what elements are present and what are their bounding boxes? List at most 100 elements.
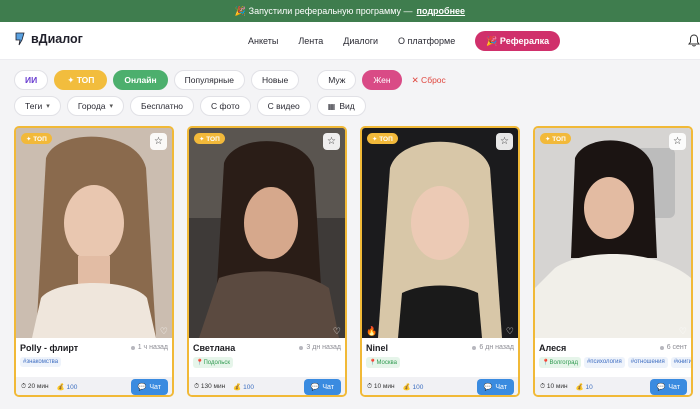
tag-list: #знакомства bbox=[20, 357, 62, 367]
heart-icon[interactable]: ♡ bbox=[333, 326, 341, 337]
view-label: Вид bbox=[339, 101, 355, 111]
profile-card[interactable]: ✦ ТОП ☆ ♡ Алеся 6 сент 📍Волгоград #психо… bbox=[533, 126, 693, 397]
profile-name: Polly - флирт bbox=[20, 343, 79, 353]
profile-photo[interactable]: ✦ ТОП ☆ ♡ bbox=[16, 128, 172, 338]
chat-button[interactable]: 💬 Чат bbox=[303, 379, 341, 395]
last-seen-text: 1 ч назад bbox=[137, 344, 168, 351]
star-icon[interactable]: ☆ bbox=[669, 133, 686, 150]
chat-button[interactable]: 💬 Чат bbox=[476, 379, 514, 395]
referral-button[interactable]: 🎉 Рефералка bbox=[475, 31, 561, 51]
price: 💰 100 bbox=[233, 383, 254, 391]
duration-value: 10 мин bbox=[546, 383, 568, 390]
chat-button[interactable]: 💬 Чат bbox=[649, 379, 687, 395]
last-seen: 3 дн назад bbox=[299, 344, 341, 351]
nav-about[interactable]: О платформе bbox=[398, 31, 455, 51]
chat-label: Чат bbox=[149, 383, 161, 391]
card-info: Polly - флирт 1 ч назад #знакомства ⏱ 20… bbox=[16, 338, 172, 395]
profile-card[interactable]: ✦ ТОП ☆ ♡ Polly - флирт 1 ч назад #знако… bbox=[14, 126, 174, 397]
top-badge: ✦ ТОП bbox=[21, 133, 52, 144]
profile-photo[interactable]: ✦ ТОП ☆ ♡ bbox=[189, 128, 345, 338]
duration: ⏱ 10 мин bbox=[367, 383, 395, 391]
filter-female[interactable]: Жен bbox=[362, 70, 402, 90]
filter-free[interactable]: Бесплатно bbox=[130, 96, 195, 116]
profile-photo[interactable]: ✦ ТОП ☆ ♡ bbox=[535, 128, 691, 338]
nav-profiles[interactable]: Анкеты bbox=[248, 31, 278, 51]
logo[interactable]: вДиалог bbox=[14, 32, 83, 46]
filter-male[interactable]: Муж bbox=[317, 70, 357, 90]
price: 💰 10 bbox=[576, 383, 593, 391]
chat-icon: 💬 bbox=[483, 384, 493, 391]
tag-list: 📍Москва bbox=[366, 357, 400, 368]
price-value: 10 bbox=[585, 384, 593, 391]
price: 💰 100 bbox=[403, 383, 424, 391]
status-dot bbox=[130, 345, 135, 350]
location-tag[interactable]: 📍Волгоград bbox=[539, 357, 581, 368]
chevron-down-icon: ▾ bbox=[109, 103, 114, 110]
tag-list: 📍Подольск bbox=[193, 357, 233, 368]
last-seen-text: 3 дн назад bbox=[306, 344, 341, 351]
filter-with-photo[interactable]: С фото bbox=[200, 96, 251, 116]
price: 💰 100 bbox=[57, 383, 78, 391]
star-icon[interactable]: ☆ bbox=[150, 133, 167, 150]
duration: ⏱ 10 мин bbox=[540, 383, 568, 391]
star-icon[interactable]: ☆ bbox=[323, 133, 340, 150]
chat-icon: 💬 bbox=[137, 384, 147, 391]
nav-feed[interactable]: Лента bbox=[298, 31, 323, 51]
price-value: 100 bbox=[243, 384, 254, 391]
banner-link[interactable]: подробнее bbox=[417, 6, 466, 16]
filter-tags[interactable]: Теги ▾ bbox=[14, 96, 61, 116]
filter-reset[interactable]: ✕ Сброс bbox=[408, 70, 450, 90]
filter-cities[interactable]: Города ▾ bbox=[66, 96, 125, 116]
secondary-filters: Теги ▾ Города ▾ Бесплатно С фото С видео… bbox=[14, 96, 366, 116]
tag[interactable]: #психология bbox=[583, 357, 625, 368]
profile-name: Ninel bbox=[366, 343, 389, 353]
bell-icon[interactable] bbox=[688, 34, 700, 47]
flame-icon: 🔥 bbox=[366, 326, 378, 336]
status-dot bbox=[472, 345, 477, 350]
duration-value: 20 мин bbox=[27, 383, 49, 390]
profile-card[interactable]: ✦ ТОП ☆ ♡ Светлана 3 дн назад 📍Подольск … bbox=[187, 126, 347, 397]
card-info: Светлана 3 дн назад 📍Подольск ⏱ 130 мин … bbox=[189, 338, 345, 395]
location-tag[interactable]: 📍Подольск bbox=[193, 357, 233, 368]
tag[interactable]: #знакомства bbox=[20, 357, 62, 367]
star-icon[interactable]: ☆ bbox=[496, 133, 513, 150]
profile-photo[interactable]: ✦ ТОП ☆ 🔥 ♡ bbox=[362, 128, 518, 338]
filter-popular[interactable]: Популярные bbox=[173, 70, 245, 90]
card-stats: ⏱ 10 мин 💰 10 bbox=[540, 383, 593, 391]
logo-icon bbox=[15, 32, 25, 46]
card-stats: ⏱ 10 мин 💰 100 bbox=[367, 383, 423, 391]
view-toggle[interactable]: ▦ Вид bbox=[316, 96, 366, 116]
filter-cities-label: Города bbox=[77, 101, 106, 111]
chat-icon: 💬 bbox=[310, 384, 320, 391]
filter-new[interactable]: Новые bbox=[250, 70, 300, 90]
filter-top[interactable]: ✦ ТОП bbox=[54, 70, 108, 90]
chevron-down-icon: ▾ bbox=[46, 103, 50, 110]
heart-icon[interactable]: ♡ bbox=[506, 326, 514, 337]
card-footer: ⏱ 10 мин 💰 10 💬 Чат bbox=[535, 377, 691, 395]
location-text: Волгоград bbox=[549, 360, 578, 366]
clock-icon: ⏱ bbox=[540, 383, 546, 390]
heart-icon[interactable]: ♡ bbox=[679, 326, 687, 337]
nav-dialogs[interactable]: Диалоги bbox=[343, 31, 378, 51]
tag[interactable]: #отношения bbox=[627, 357, 668, 368]
location-text: Москва bbox=[376, 360, 397, 366]
heart-icon[interactable]: ♡ bbox=[160, 326, 168, 337]
tag[interactable]: #книги bbox=[670, 357, 691, 368]
coin-icon: 💰 bbox=[56, 384, 65, 391]
coin-icon: 💰 bbox=[402, 384, 411, 391]
location-tag[interactable]: 📍Москва bbox=[366, 357, 400, 368]
profile-name: Светлана bbox=[193, 343, 236, 353]
chat-button[interactable]: 💬 Чат bbox=[130, 379, 168, 395]
status-dot bbox=[299, 345, 304, 350]
profile-name: Алеся bbox=[539, 343, 567, 353]
top-badge: ✦ ТОП bbox=[194, 133, 225, 144]
card-info: Алеся 6 сент 📍Волгоград #психология #отн… bbox=[535, 338, 691, 395]
coin-icon: 💰 bbox=[575, 384, 584, 391]
chat-label: Чат bbox=[668, 383, 680, 391]
filter-ai[interactable]: ИИ bbox=[14, 70, 49, 90]
profile-card[interactable]: ✦ ТОП ☆ 🔥 ♡ Ninel 6 дн назад 📍Москва ⏱ 1… bbox=[360, 126, 520, 397]
top-header: вДиалог Анкеты Лента Диалоги О платформе… bbox=[0, 22, 700, 60]
filter-online[interactable]: Онлайн bbox=[113, 70, 168, 90]
filter-with-video[interactable]: С видео bbox=[256, 96, 311, 116]
logo-text: вДиалог bbox=[31, 32, 83, 46]
